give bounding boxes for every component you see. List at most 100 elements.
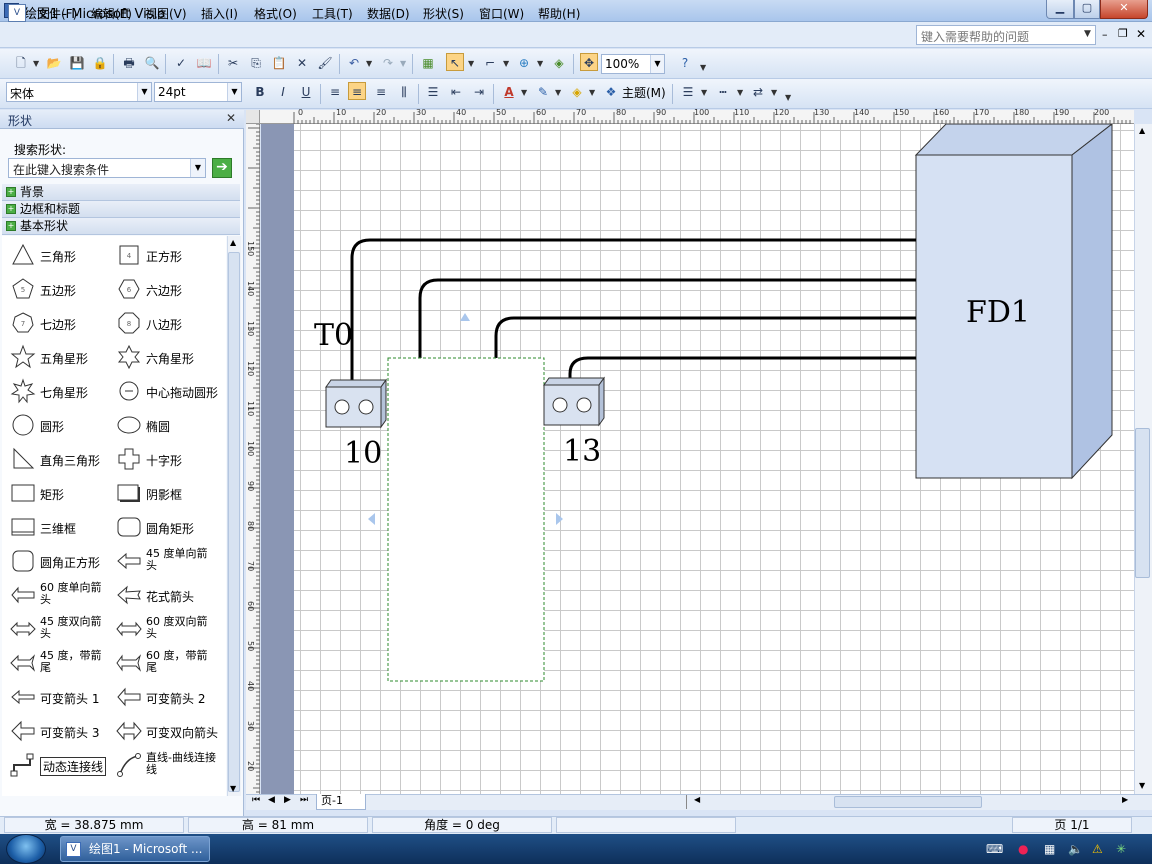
decrease-indent-icon[interactable]: ⇤ — [447, 83, 465, 101]
label-13[interactable]: 13 — [563, 434, 601, 469]
connect-arrow-left-icon[interactable] — [368, 513, 375, 525]
stencil-basic-shapes[interactable]: + 基本形状 — [2, 218, 240, 235]
menu-data[interactable]: 数据(D) — [367, 5, 410, 22]
chevron-down-icon[interactable]: ▼ — [650, 55, 664, 73]
chevron-down-icon[interactable]: ▼ — [137, 83, 151, 101]
theme-icon[interactable]: ❖ — [602, 83, 620, 101]
next-page-icon[interactable]: ▶ — [284, 795, 291, 805]
scroll-down-icon[interactable]: ▼ — [230, 784, 236, 793]
splitter[interactable] — [686, 795, 687, 809]
fill-color-icon[interactable]: ◈ — [568, 83, 586, 101]
connection-point-icon[interactable]: ⊕ — [515, 54, 533, 72]
connect-arrow-right-icon[interactable] — [556, 513, 563, 525]
doc-close-icon[interactable]: ✕ — [1136, 27, 1146, 41]
line-weight-icon[interactable]: ☰ — [679, 83, 697, 101]
font-color-icon[interactable]: A — [500, 83, 518, 101]
page-tab[interactable]: 页-1 — [316, 794, 366, 810]
minimize-button[interactable]: ▁ — [1046, 0, 1074, 19]
maximize-button[interactable]: ▢ — [1074, 0, 1100, 19]
volume-icon[interactable]: 🔈 — [1068, 842, 1083, 856]
prev-page-icon[interactable]: ◀ — [268, 795, 275, 805]
delete-icon[interactable]: ✕ — [293, 54, 311, 72]
toolbar-options-icon[interactable]: ▼ — [785, 93, 791, 102]
search-go-icon[interactable]: ➔ — [212, 158, 232, 178]
chevron-down-icon[interactable]: ▼ — [589, 88, 595, 97]
first-page-icon[interactable]: ⏮ — [252, 795, 260, 805]
chevron-down-icon[interactable]: ▼ — [190, 159, 205, 177]
align-left-icon[interactable]: ≡ — [326, 83, 344, 101]
menu-tools[interactable]: 工具(T) — [312, 5, 353, 22]
menu-shape[interactable]: 形状(S) — [423, 5, 464, 22]
open-icon[interactable]: 📂 — [45, 54, 63, 72]
zoom-select[interactable]: 100% ▼ — [601, 54, 665, 74]
menu-view[interactable]: 视图(V) — [145, 5, 187, 22]
chevron-down-icon[interactable]: ▼ — [701, 88, 707, 97]
label-t0[interactable]: T0 — [314, 318, 353, 353]
doc-minimize-icon[interactable]: – — [1102, 28, 1108, 41]
scroll-up-icon[interactable]: ▲ — [1139, 126, 1145, 135]
menu-help[interactable]: 帮助(H) — [538, 5, 580, 22]
pointer-tool-icon[interactable]: ↖ — [446, 53, 464, 71]
horizontal-scroll-thumb[interactable] — [834, 796, 982, 808]
stencil-borders-titles[interactable]: + 边框和标题 — [2, 201, 240, 218]
chevron-down-icon[interactable]: ▼ — [555, 88, 561, 97]
underline-icon[interactable]: U — [297, 83, 315, 101]
label-fd1[interactable]: FD1 — [966, 295, 1030, 330]
help-search-input[interactable]: 键入需要帮助的问题 — [916, 25, 1096, 45]
scroll-right-icon[interactable]: ▶ — [1122, 795, 1128, 804]
start-button[interactable] — [6, 834, 46, 864]
align-right-icon[interactable]: ≡ — [372, 83, 390, 101]
taskbar-visio-button[interactable]: 绘图1 - Microsoft ... — [60, 836, 210, 862]
italic-icon[interactable]: I — [274, 83, 292, 101]
theme-button[interactable]: 主题(M) — [622, 84, 666, 101]
print-preview-icon[interactable]: 🔍 — [143, 54, 161, 72]
document-icon[interactable]: V — [8, 4, 26, 22]
chevron-down-icon[interactable]: ▼ — [537, 59, 543, 68]
scroll-left-icon[interactable]: ◀ — [694, 795, 700, 804]
last-page-icon[interactable]: ⏭ — [300, 795, 308, 805]
copy-icon[interactable]: ⎘ — [247, 54, 265, 72]
format-painter-icon[interactable]: 🖌 — [316, 54, 334, 72]
new-icon[interactable]: 🗋 — [12, 54, 30, 72]
menu-format[interactable]: 格式(O) — [254, 5, 297, 22]
doc-restore-icon[interactable]: ❐ — [1118, 27, 1128, 40]
security-icon[interactable]: ● — [1018, 842, 1028, 856]
scroll-up-icon[interactable]: ▲ — [230, 238, 236, 247]
stencil-background[interactable]: + 背景 — [2, 184, 240, 201]
chevron-down-icon[interactable]: ▼ — [737, 88, 743, 97]
outlet-10[interactable] — [325, 378, 387, 429]
chevron-down-icon[interactable]: ▼ — [771, 88, 777, 97]
line-ends-icon[interactable]: ⇄ — [749, 83, 767, 101]
permission-icon[interactable]: 🔒 — [91, 54, 109, 72]
print-icon[interactable]: 🖶 — [120, 54, 138, 72]
vertical-scroll-thumb[interactable] — [1135, 428, 1150, 578]
chevron-down-icon[interactable]: ▼ — [468, 59, 474, 68]
menu-insert[interactable]: 插入(I) — [201, 5, 238, 22]
rotate-handle-icon[interactable] — [460, 313, 470, 321]
selected-rectangle[interactable] — [387, 357, 545, 682]
cut-icon[interactable]: ✂ — [224, 54, 242, 72]
spelling-icon[interactable]: ✓ — [172, 54, 190, 72]
search-shapes-input[interactable]: 在此键入搜索条件 — [8, 158, 206, 178]
close-icon[interactable]: ✕ — [226, 111, 236, 125]
research-icon[interactable]: 📖 — [195, 54, 213, 72]
cable-13[interactable] — [568, 356, 916, 388]
outlet-13[interactable] — [543, 376, 605, 427]
chevron-down-icon[interactable]: ▼ — [1084, 29, 1091, 39]
shapes-window-icon[interactable]: ▦ — [419, 54, 437, 72]
shapes-scroll-thumb[interactable] — [228, 252, 240, 792]
chevron-down-icon[interactable]: ▼ — [33, 59, 39, 68]
font-size-select[interactable]: 24pt ▼ — [154, 82, 242, 102]
distribute-icon[interactable]: ⫼ — [395, 83, 413, 101]
keyboard-icon[interactable]: ⌨ — [986, 842, 1003, 856]
connector-tool-icon[interactable]: ⌐ — [481, 54, 499, 72]
undo-icon[interactable]: ↶ — [345, 54, 363, 72]
help-icon[interactable]: ? — [676, 54, 694, 72]
save-icon[interactable]: 💾 — [68, 54, 86, 72]
menu-file[interactable]: 文件(F) — [37, 5, 77, 22]
label-10[interactable]: 10 — [344, 436, 382, 471]
pan-zoom-icon[interactable]: ✥ — [580, 53, 598, 71]
stamp-tool-icon[interactable]: ◈ — [550, 54, 568, 72]
scroll-down-icon[interactable]: ▼ — [1139, 781, 1145, 790]
chevron-down-icon[interactable]: ▼ — [521, 88, 527, 97]
